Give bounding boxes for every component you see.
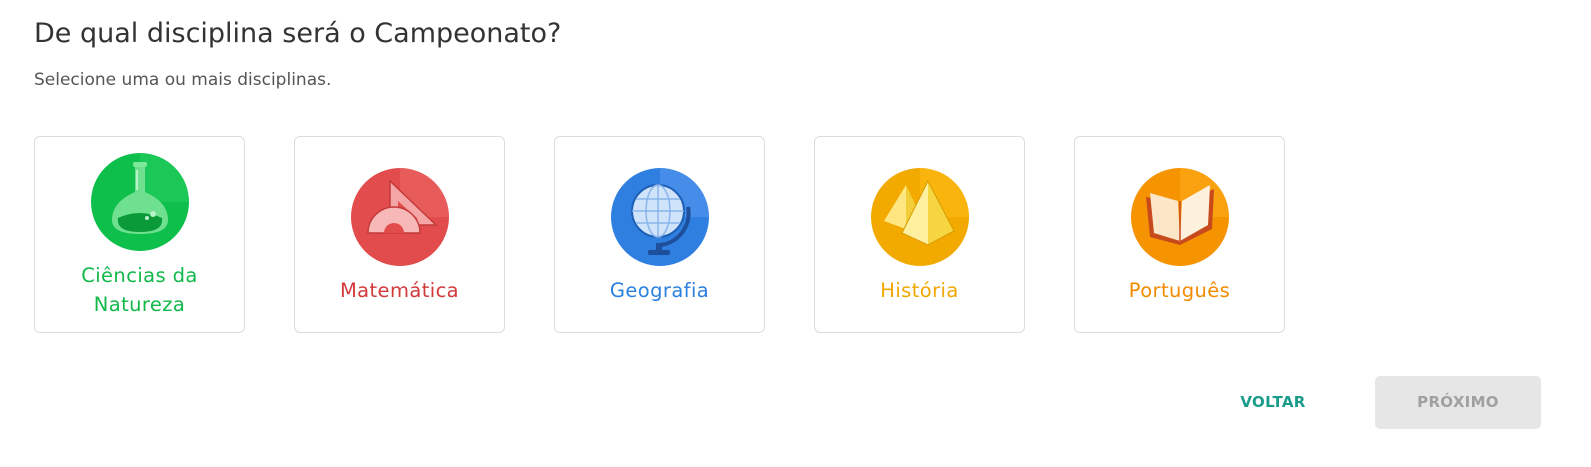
subject-label: Português bbox=[1128, 279, 1231, 302]
subject-label: História bbox=[880, 279, 959, 302]
back-button[interactable]: VOLTAR bbox=[1228, 389, 1318, 415]
pyramids-icon bbox=[870, 167, 970, 267]
subject-card-portugues[interactable]: Português bbox=[1074, 136, 1285, 333]
globe-icon bbox=[610, 167, 710, 267]
subject-label: Geografia bbox=[609, 279, 710, 302]
set-square-protractor-icon bbox=[350, 167, 450, 267]
flask-icon bbox=[90, 152, 190, 252]
page-subtitle: Selecione uma ou mais disciplinas. bbox=[34, 70, 332, 90]
open-book-icon bbox=[1130, 167, 1230, 267]
subject-label: Matemática bbox=[339, 279, 460, 302]
page-title: De qual disciplina será o Campeonato? bbox=[34, 18, 562, 49]
subject-card-geografia[interactable]: Geografia bbox=[554, 136, 765, 333]
subject-card-historia[interactable]: História bbox=[814, 136, 1025, 333]
subject-card-matematica[interactable]: Matemática bbox=[294, 136, 505, 333]
subject-card-ciencias[interactable]: Ciências da Natureza bbox=[34, 136, 245, 333]
subject-card-list: Ciências da Natureza Matemática Geografi… bbox=[34, 136, 1285, 333]
subject-label: Ciências da Natureza bbox=[81, 264, 198, 316]
next-button[interactable]: PRÓXIMO bbox=[1375, 376, 1541, 429]
